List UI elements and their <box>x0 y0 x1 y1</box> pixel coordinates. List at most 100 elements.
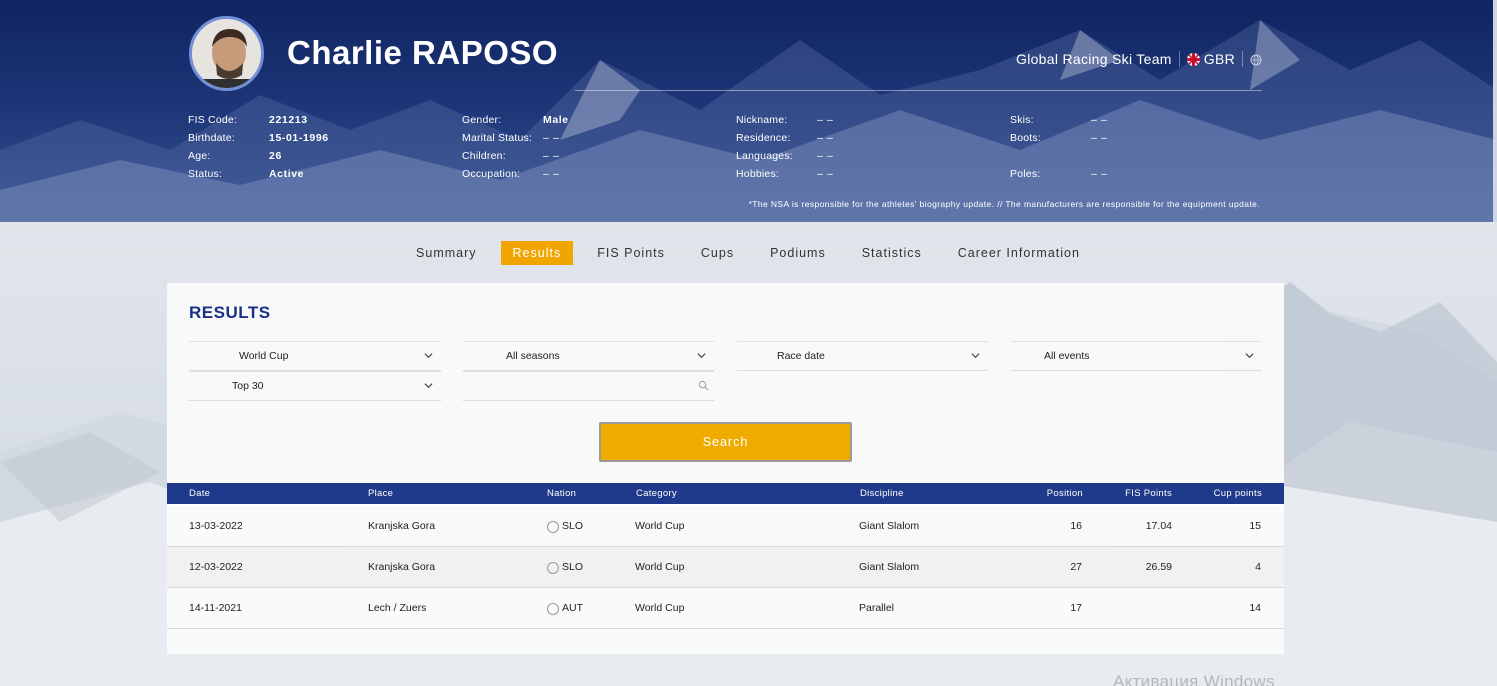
bio-value: Active <box>269 168 305 180</box>
col-place[interactable]: Place <box>368 483 393 504</box>
cell-nation: AUT <box>547 588 583 629</box>
tab-fis-points[interactable]: FIS Points <box>585 241 677 265</box>
cell-position: 17 <box>1070 602 1082 614</box>
table-header: Date Place Nation Category Discipline Po… <box>167 483 1284 506</box>
bio-value: – – <box>1091 132 1108 144</box>
windows-activation-watermark: Активация Windows <box>1113 672 1275 686</box>
bio-label: Poles: <box>1010 168 1041 180</box>
bio-value: – – <box>1091 114 1108 126</box>
sort-select-value: Race date <box>777 350 825 362</box>
bio-value: – – <box>817 168 834 180</box>
slovenia-flag-icon <box>547 562 559 574</box>
header-divider <box>575 90 1262 91</box>
cell-cup-points: 15 <box>1249 520 1261 532</box>
chevron-down-icon <box>1245 353 1254 359</box>
limit-select[interactable]: Top 30 <box>189 371 441 401</box>
bio-label: Residence: <box>736 132 791 144</box>
season-select-value: All seasons <box>506 350 560 362</box>
event-select-value: All events <box>1044 350 1090 362</box>
bio-label: Languages: <box>736 150 793 162</box>
col-cup-points[interactable]: Cup points <box>1214 483 1262 504</box>
table-row[interactable]: 14-11-2021 Lech / Zuers AUT World Cup Pa… <box>167 588 1284 629</box>
col-fis-points[interactable]: FIS Points <box>1125 483 1172 504</box>
place-search-input[interactable] <box>463 371 714 401</box>
tab-statistics[interactable]: Statistics <box>850 241 934 265</box>
search-button[interactable]: Search <box>599 422 852 462</box>
cell-nation: SLO <box>547 547 583 588</box>
tab-career-information[interactable]: Career Information <box>946 241 1092 265</box>
cell-date: 12-03-2022 <box>189 561 243 573</box>
bio-label: Gender: <box>462 114 502 126</box>
cell-fis-points: 17.04 <box>1145 520 1172 532</box>
event-select[interactable]: All events <box>1011 341 1262 371</box>
col-nation[interactable]: Nation <box>547 483 576 504</box>
globe-icon[interactable] <box>1250 53 1262 66</box>
slovenia-flag-icon <box>547 521 559 533</box>
cell-fis-points: 26.59 <box>1145 561 1172 573</box>
uk-flag-icon <box>1186 52 1200 66</box>
tab-results[interactable]: Results <box>500 241 574 265</box>
table-row[interactable]: 12-03-2022 Kranjska Gora SLO World Cup G… <box>167 547 1284 588</box>
tab-summary[interactable]: Summary <box>404 241 488 265</box>
sort-select[interactable]: Race date <box>737 341 988 371</box>
bio-value: – – <box>817 150 834 162</box>
cell-place: Kranjska Gora <box>368 520 436 532</box>
col-category[interactable]: Category <box>636 483 677 504</box>
bio-label: FIS Code: <box>188 114 238 126</box>
bio-column-4: Skis: – – Boots: – – Poles: – – <box>1010 111 1107 183</box>
cell-nation: SLO <box>547 506 583 547</box>
chevron-down-icon <box>697 353 706 359</box>
chevron-down-icon <box>424 353 433 359</box>
divider <box>1178 51 1180 67</box>
nation-code: AUT <box>562 602 583 614</box>
season-select[interactable]: All seasons <box>463 341 714 371</box>
chevron-down-icon <box>971 353 980 359</box>
col-discipline[interactable]: Discipline <box>860 483 904 504</box>
tab-podiums[interactable]: Podiums <box>758 241 838 265</box>
cell-discipline: Giant Slalom <box>859 520 920 532</box>
bio-label: Children: <box>462 150 506 162</box>
results-panel: RESULTS World Cup All seasons Race date … <box>167 283 1284 654</box>
cell-place: Lech / Zuers <box>368 602 427 614</box>
bio-column-3: Nickname: – – Residence: – – Languages: – –… <box>736 111 833 183</box>
bio-value: 26 <box>269 150 282 162</box>
bio-value: – – <box>817 114 834 126</box>
scrollbar-track[interactable] <box>1493 0 1497 222</box>
tab-cups[interactable]: Cups <box>689 241 746 265</box>
cell-position: 27 <box>1070 561 1082 573</box>
search-icon <box>698 380 709 391</box>
bio-label: Occupation: <box>462 168 521 180</box>
cell-cup-points: 4 <box>1255 561 1261 573</box>
col-position[interactable]: Position <box>1047 483 1083 504</box>
bio-label: Status: <box>188 168 223 180</box>
bio-value: – – <box>543 132 560 144</box>
athlete-name: Charlie RAPOSO <box>287 34 559 71</box>
bio-value: – – <box>1091 168 1108 180</box>
bio-value: – – <box>543 150 560 162</box>
cell-category: World Cup <box>635 602 685 614</box>
category-select[interactable]: World Cup <box>189 341 441 371</box>
nation-code: GBR <box>1203 51 1235 67</box>
bio-label: Marital Status: <box>462 132 533 144</box>
bio-label: Nickname: <box>736 114 788 126</box>
cell-category: World Cup <box>635 520 685 532</box>
chevron-down-icon <box>424 383 433 389</box>
bio-column-2: Gender: Male Marital Status: – – Children:… <box>462 111 569 183</box>
bio-label: Hobbies: <box>736 168 780 180</box>
cell-position: 16 <box>1070 520 1082 532</box>
biography-disclaimer: *The NSA is responsible for the athletes… <box>748 199 1260 209</box>
nation-code: SLO <box>562 520 584 532</box>
bio-value: 15-01-1996 <box>269 132 329 144</box>
bio-label: Skis: <box>1010 114 1034 126</box>
divider <box>1242 51 1243 67</box>
cell-cup-points: 14 <box>1249 602 1261 614</box>
team-info: Global Racing Ski Team GBR <box>1016 51 1262 67</box>
athlete-avatar <box>189 16 264 91</box>
cell-place: Kranjska Gora <box>368 561 436 573</box>
col-date[interactable]: Date <box>189 483 210 504</box>
results-heading: RESULTS <box>189 303 271 322</box>
team-name: Global Racing Ski Team <box>1016 51 1172 67</box>
nation-code: SLO <box>562 561 584 573</box>
table-row[interactable]: 13-03-2022 Kranjska Gora SLO World Cup G… <box>167 506 1284 547</box>
results-table: Date Place Nation Category Discipline Po… <box>167 483 1284 629</box>
